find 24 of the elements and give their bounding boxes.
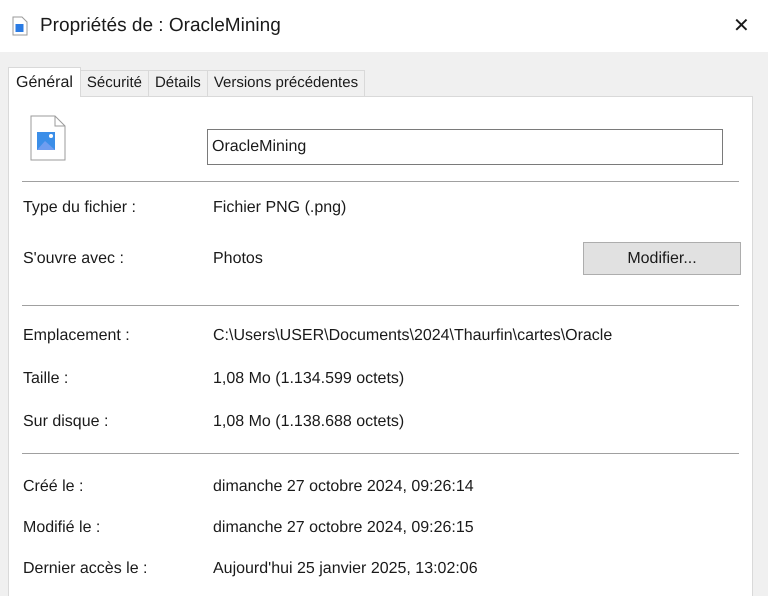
- property-label: Taille :: [22, 368, 70, 388]
- property-value: dimanche 27 octobre 2024, 09:26:15: [213, 518, 474, 538]
- modify-button[interactable]: Modifier...: [583, 242, 741, 275]
- property-label: Sur disque :: [22, 412, 110, 432]
- file-name-field[interactable]: OracleMining: [207, 129, 723, 165]
- close-button[interactable]: ✕: [729, 16, 754, 36]
- property-label: Créé le :: [22, 476, 84, 496]
- property-label: Emplacement :: [22, 326, 131, 346]
- property-value: C:\Users\USER\Documents\2024\Thaurfin\cartes\Oracle: [213, 326, 612, 346]
- property-value: Photos: [213, 248, 263, 268]
- image-file-icon: [12, 16, 28, 36]
- property-value: 1,08 Mo (1.134.599 octets): [213, 368, 404, 388]
- property-label: Modifié le :: [22, 518, 102, 538]
- tab[interactable]: Général: [8, 67, 81, 97]
- window-title: Propriétés de : OracleMining: [40, 14, 281, 38]
- property-label: S'ouvre avec :: [22, 248, 125, 268]
- image-file-icon: [30, 115, 66, 161]
- property-label: Type du fichier :: [22, 198, 137, 218]
- property-value: Aujourd'hui 25 janvier 2025, 13:02:06: [213, 558, 478, 578]
- property-label: Dernier accès le :: [22, 558, 148, 578]
- tab[interactable]: Versions précédentes: [206, 70, 366, 96]
- property-value: Fichier PNG (.png): [213, 198, 346, 218]
- property-value: 1,08 Mo (1.138.688 octets): [213, 412, 404, 432]
- property-value: dimanche 27 octobre 2024, 09:26:14: [213, 476, 474, 496]
